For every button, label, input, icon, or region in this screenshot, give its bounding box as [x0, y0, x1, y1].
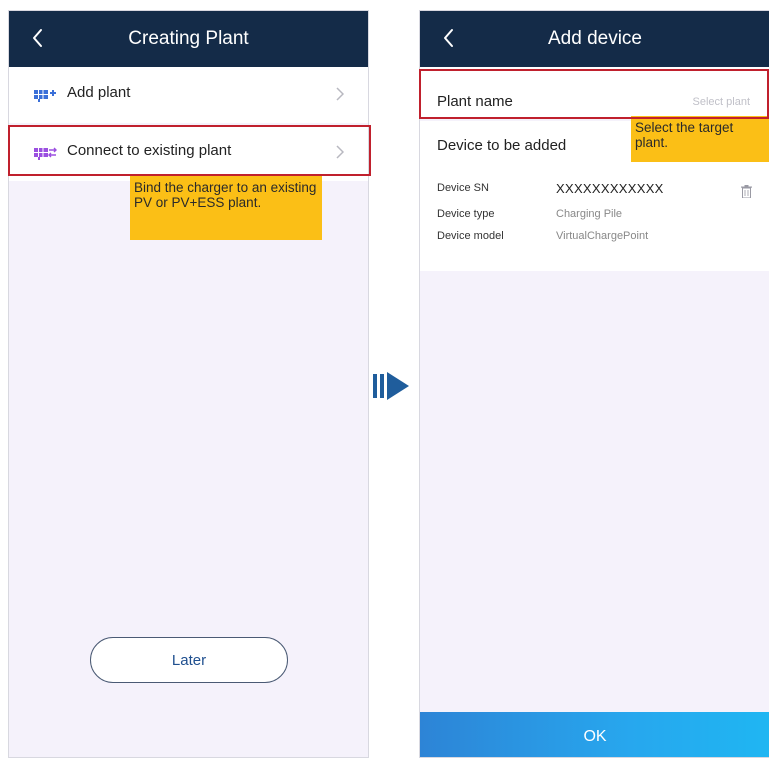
list-item-add-plant[interactable]: Add plant — [9, 67, 368, 123]
chevron-right-icon — [336, 87, 344, 101]
device-sn-value: XXXXXXXXXXXX — [556, 181, 664, 196]
delete-icon[interactable] — [741, 185, 752, 198]
screenshot-canvas: Creating Plant Add plant Connect to exis… — [0, 0, 769, 758]
connect-existing-plant-label: Connect to existing plant — [67, 142, 232, 159]
select-plant-field[interactable]: Select plant — [693, 96, 750, 108]
chevron-right-icon — [336, 145, 344, 159]
creating-plant-screen: Creating Plant Add plant Connect to exis… — [8, 10, 369, 758]
connect-plant-icon — [34, 147, 57, 160]
page-title: Add device — [547, 28, 642, 49]
device-to-be-added-label: Device to be added — [437, 137, 567, 154]
later-button[interactable]: Later — [90, 637, 288, 683]
add-plant-icon — [34, 90, 56, 102]
device-type-value: Charging Pile — [556, 208, 623, 220]
top-bar: Add device — [420, 11, 769, 67]
device-model-value: VirtualChargePoint — [556, 230, 649, 242]
plant-name-row[interactable]: Plant name Select plant — [420, 67, 769, 119]
device-model-label: Device model — [437, 230, 504, 242]
callout-bind-charger: Bind the charger to an existing PV or PV… — [130, 176, 322, 240]
callout-select-target-plant: Select the target plant. — [631, 116, 769, 162]
add-device-screen: Add device Plant name Select plant Devic… — [419, 10, 769, 758]
add-plant-label: Add plant — [67, 84, 131, 101]
top-bar: Creating Plant — [9, 11, 368, 67]
page-title: Creating Plant — [128, 28, 249, 49]
ok-button[interactable]: OK — [420, 712, 769, 757]
flow-arrow-icon — [373, 372, 409, 400]
device-type-label: Device type — [437, 208, 495, 220]
list-item-connect-existing-plant[interactable]: Connect to existing plant — [9, 125, 368, 181]
device-sn-label: Device SN — [437, 182, 489, 194]
plant-name-label: Plant name — [437, 93, 513, 110]
